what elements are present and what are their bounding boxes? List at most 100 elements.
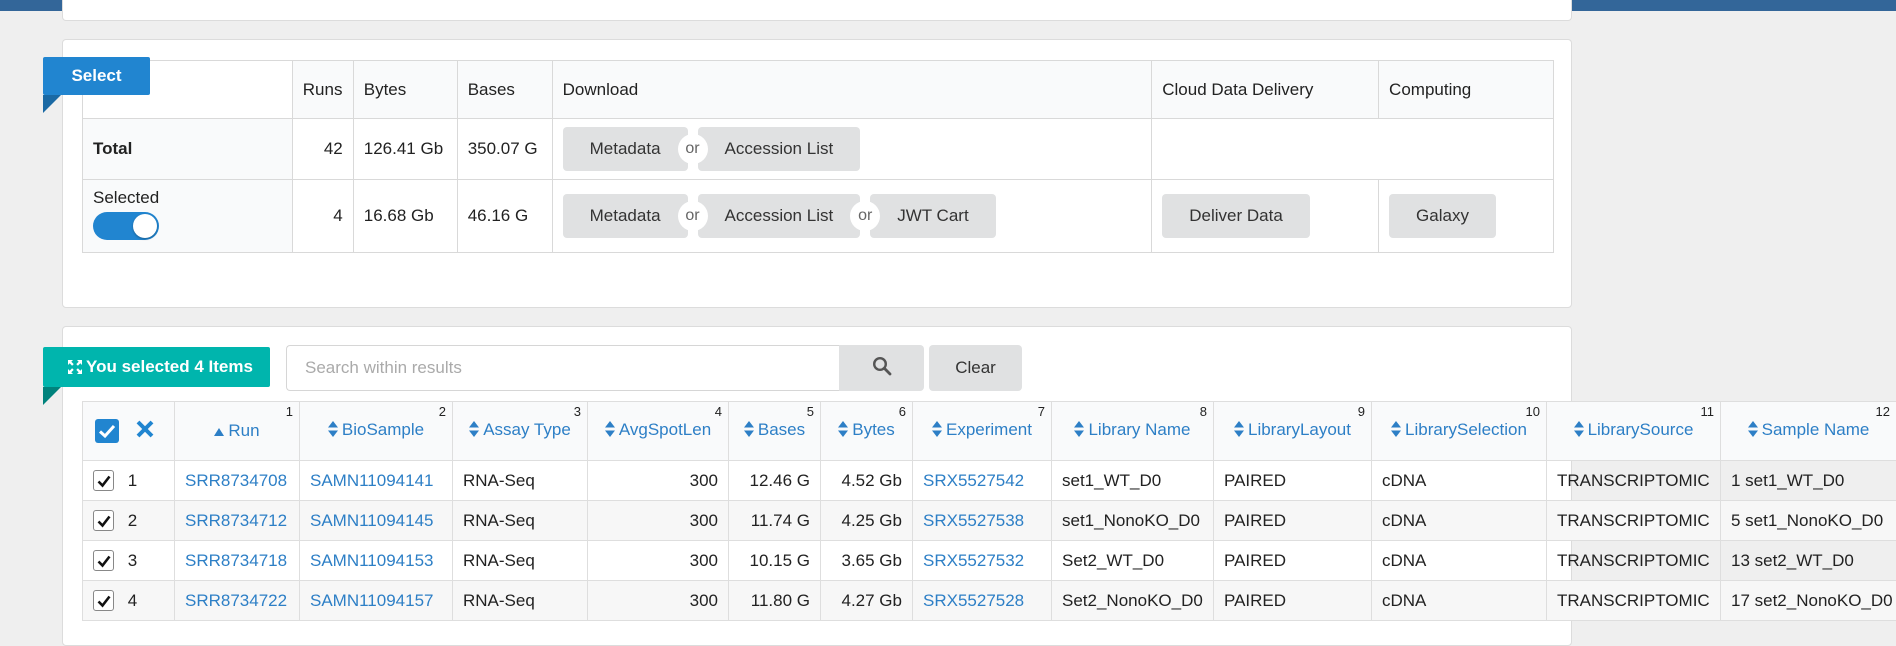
biosample-link[interactable]: SAMN11094153 xyxy=(300,541,453,581)
selected-row: Selected 4 16.68 Gb 46.16 G Metadata or … xyxy=(83,180,1554,253)
run-link[interactable]: SRR8734722 xyxy=(175,581,300,621)
row-select-cell: 4 xyxy=(83,581,175,621)
sort-icon xyxy=(328,421,338,442)
sample-name-cell: 5 set1_NonoKO_D0 xyxy=(1721,501,1896,541)
selected-label-cell: Selected xyxy=(83,180,293,253)
run-link[interactable]: SRR8734718 xyxy=(175,541,300,581)
experiment-link[interactable]: SRX5527532 xyxy=(913,541,1052,581)
row-checkbox[interactable] xyxy=(93,590,114,611)
bytes-cell: 4.27 Gb xyxy=(821,581,913,621)
column-header-library-selection[interactable]: 10 LibrarySelection xyxy=(1372,402,1547,461)
row-index: 3 xyxy=(128,551,137,570)
column-label: LibrarySelection xyxy=(1405,420,1527,439)
avgspotlen-cell: 300 xyxy=(588,541,729,581)
sample-name-cell: 13 set2_WT_D0 xyxy=(1721,541,1896,581)
row-checkbox[interactable] xyxy=(93,510,114,531)
toggle-knob xyxy=(133,214,157,238)
computing-cell: Galaxy xyxy=(1379,180,1554,253)
selected-bases: 46.16 G xyxy=(457,180,552,253)
row-checkbox[interactable] xyxy=(93,470,114,491)
total-label: Total xyxy=(83,119,293,180)
selected-toggle[interactable] xyxy=(93,212,159,240)
library-source-cell: TRANSCRIPTOMIC xyxy=(1547,541,1721,581)
cloud-delivery-cell: Deliver Data xyxy=(1152,180,1379,253)
column-label: Library Name xyxy=(1088,420,1190,439)
galaxy-button[interactable]: Galaxy xyxy=(1389,194,1496,238)
column-header-run[interactable]: 1 Run xyxy=(175,402,300,461)
run-link[interactable]: SRR8734708 xyxy=(175,461,300,501)
deselect-all-icon[interactable] xyxy=(134,418,156,445)
column-number: 3 xyxy=(574,404,581,419)
biosample-link[interactable]: SAMN11094157 xyxy=(300,581,453,621)
run-link[interactable]: SRR8734712 xyxy=(175,501,300,541)
column-header-bytes[interactable]: 6 Bytes xyxy=(821,402,913,461)
column-label: BioSample xyxy=(342,420,424,439)
selected-label: Selected xyxy=(93,188,282,208)
library-selection-cell: cDNA xyxy=(1372,461,1547,501)
deliver-data-button[interactable]: Deliver Data xyxy=(1162,194,1310,238)
jwt-cart-button[interactable]: JWT Cart xyxy=(870,194,995,238)
library-name-cell: Set2_WT_D0 xyxy=(1052,541,1214,581)
column-header-library-layout[interactable]: 9 LibraryLayout xyxy=(1214,402,1372,461)
column-number: 4 xyxy=(715,404,722,419)
biosample-link[interactable]: SAMN11094141 xyxy=(300,461,453,501)
clear-button[interactable]: Clear xyxy=(929,345,1022,391)
column-header-library-source[interactable]: 11 LibrarySource xyxy=(1547,402,1721,461)
sort-icon xyxy=(1574,421,1584,442)
sort-icon xyxy=(1391,421,1401,442)
bytes-cell: 4.25 Gb xyxy=(821,501,913,541)
library-selection-cell: cDNA xyxy=(1372,581,1547,621)
total-metadata-button[interactable]: Metadata xyxy=(563,127,688,171)
select-ribbon: Select xyxy=(43,57,150,95)
library-layout-cell: PAIRED xyxy=(1214,541,1372,581)
selection-summary-table: Runs Bytes Bases Download Cloud Data Del… xyxy=(82,60,1554,253)
biosample-link[interactable]: SAMN11094145 xyxy=(300,501,453,541)
column-number: 10 xyxy=(1526,404,1540,419)
bases-cell: 11.80 G xyxy=(729,581,821,621)
experiment-link[interactable]: SRX5527528 xyxy=(913,581,1052,621)
column-label: LibrarySource xyxy=(1588,420,1694,439)
row-checkbox[interactable] xyxy=(93,550,114,571)
row-select-cell: 3 xyxy=(83,541,175,581)
column-header-assay-type[interactable]: 3 Assay Type xyxy=(453,402,588,461)
column-label: Bases xyxy=(758,420,805,439)
selection-count-ribbon[interactable]: You selected 4 Items xyxy=(43,347,270,387)
column-header-avgspotlen[interactable]: 4 AvgSpotLen xyxy=(588,402,729,461)
column-label: Assay Type xyxy=(483,420,571,439)
select-all-checkbox[interactable] xyxy=(95,419,119,443)
library-layout-cell: PAIRED xyxy=(1214,461,1372,501)
column-number: 8 xyxy=(1200,404,1207,419)
avgspotlen-cell: 300 xyxy=(588,501,729,541)
column-header-bases[interactable]: 5 Bases xyxy=(729,402,821,461)
selected-metadata-button[interactable]: Metadata xyxy=(563,194,688,238)
search-button[interactable] xyxy=(839,345,924,391)
bases-cell: 10.15 G xyxy=(729,541,821,581)
header-bytes: Bytes xyxy=(353,61,457,119)
search-input[interactable] xyxy=(286,345,839,391)
column-header-biosample[interactable]: 2 BioSample xyxy=(300,402,453,461)
total-download-cell: Metadata or Accession List xyxy=(552,119,1152,180)
table-row[interactable]: 2 SRR8734712 SAMN11094145 RNA-Seq 300 11… xyxy=(83,501,1896,541)
table-row[interactable]: 1 SRR8734708 SAMN11094141 RNA-Seq 300 12… xyxy=(83,461,1896,501)
table-row[interactable]: 3 SRR8734718 SAMN11094153 RNA-Seq 300 10… xyxy=(83,541,1896,581)
column-header-experiment[interactable]: 7 Experiment xyxy=(913,402,1052,461)
column-header-sample-name[interactable]: 12 Sample Name xyxy=(1721,402,1896,461)
library-source-cell: TRANSCRIPTOMIC xyxy=(1547,581,1721,621)
header-select-cell xyxy=(83,402,175,461)
library-name-cell: Set2_NonoKO_D0 xyxy=(1052,581,1214,621)
selected-accession-list-button[interactable]: Accession List xyxy=(698,194,861,238)
sample-name-cell: 17 set2_NonoKO_D0 xyxy=(1721,581,1896,621)
total-accession-list-button[interactable]: Accession List xyxy=(698,127,861,171)
table-row[interactable]: 4 SRR8734722 SAMN11094157 RNA-Seq 300 11… xyxy=(83,581,1896,621)
experiment-link[interactable]: SRX5527542 xyxy=(913,461,1052,501)
row-index: 4 xyxy=(128,591,137,610)
sort-icon xyxy=(932,421,942,442)
column-label: LibraryLayout xyxy=(1248,420,1351,439)
column-number: 6 xyxy=(899,404,906,419)
column-header-library-name[interactable]: 8 Library Name xyxy=(1052,402,1214,461)
column-number: 5 xyxy=(807,404,814,419)
or-divider: or xyxy=(678,134,708,164)
experiment-link[interactable]: SRX5527538 xyxy=(913,501,1052,541)
header-computing: Computing xyxy=(1379,61,1554,119)
sort-icon xyxy=(605,421,615,442)
